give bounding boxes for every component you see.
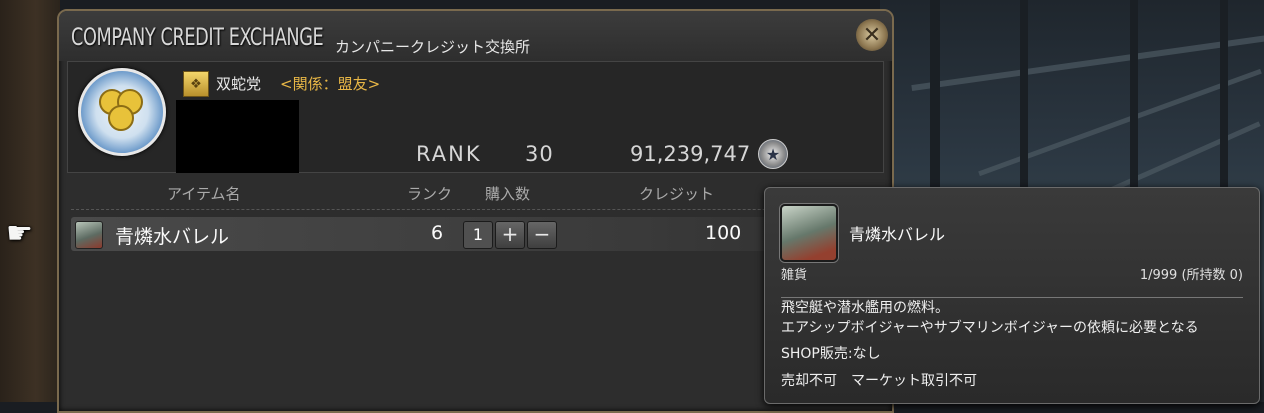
tooltip-trade-flags: 売却不可 マーケット取引不可 (781, 373, 977, 389)
company-rank-icon: ❖ (183, 71, 209, 97)
tooltip-shop-price: SHOP販売:なし (781, 346, 881, 362)
quantity-increment-button[interactable]: + (495, 221, 525, 249)
tooltip-description-line: エアシップボイジャーやサブマリンボイジャーの依頼に必要となる (781, 320, 1199, 336)
quantity-field[interactable]: 1 (463, 221, 493, 249)
rank-value: 30 (525, 142, 554, 166)
item-tooltip: 青燐水バレル 雑貨 1/999 (所持数 0) 飛空艇や潜水艦用の燃料。 エアシ… (764, 187, 1260, 404)
grand-company-relation: <関係：盟友> (280, 75, 381, 93)
fuel-barrel-icon (75, 221, 103, 249)
tooltip-description-line: 飛空艇や潜水艦用の燃料。 (781, 300, 949, 316)
list-item[interactable]: 青燐水バレル 6 1 + − 100 (71, 217, 881, 251)
window-title: COMPANY CREDIT EXCHANGE (71, 23, 324, 51)
titlebar[interactable]: COMPANY CREDIT EXCHANGE カンパニークレジット交換所 ✕ (59, 11, 892, 61)
fuel-barrel-icon (780, 204, 838, 262)
column-header-credit: クレジット (639, 185, 715, 203)
grand-company-name: 双蛇党 (216, 75, 262, 93)
company-credit-icon: ★ (758, 139, 788, 169)
close-button[interactable]: ✕ (856, 19, 888, 51)
tooltip-item-category: 雑貨 (781, 268, 808, 283)
column-header-item-name: アイテム名 (167, 185, 241, 203)
company-emblem-icon (78, 68, 166, 156)
company-credit-total: 91,239,747 (630, 142, 751, 166)
tooltip-stack-count: 1/999 (所持数 0) (1139, 268, 1243, 283)
quantity-decrement-button[interactable]: − (527, 221, 557, 249)
tooltip-description: 飛空艇や潜水艦用の燃料。 エアシップボイジャーやサブマリンボイジャーの依頼に必要… (781, 298, 1199, 338)
close-icon: ✕ (862, 22, 882, 48)
column-header-rank: ランク (407, 185, 453, 203)
window-subtitle: カンパニークレジット交換所 (335, 38, 531, 56)
item-name: 青燐水バレル (115, 226, 230, 248)
item-rank: 6 (431, 222, 444, 244)
redacted-company-name (176, 100, 299, 173)
column-headers: アイテム名 ランク 購入数 クレジット (67, 181, 882, 205)
column-header-quantity: 購入数 (485, 185, 531, 203)
list-divider (71, 209, 881, 210)
pointing-hand-cursor-icon: ☛ (6, 216, 33, 251)
background-wall (0, 0, 60, 402)
company-info-panel: ❖ 双蛇党 <関係：盟友> RANK 30 91,239,747 ★ (67, 61, 884, 173)
rank-label: RANK (416, 142, 482, 166)
item-credit-cost: 100 (705, 222, 742, 244)
tooltip-item-name: 青燐水バレル (849, 225, 946, 244)
